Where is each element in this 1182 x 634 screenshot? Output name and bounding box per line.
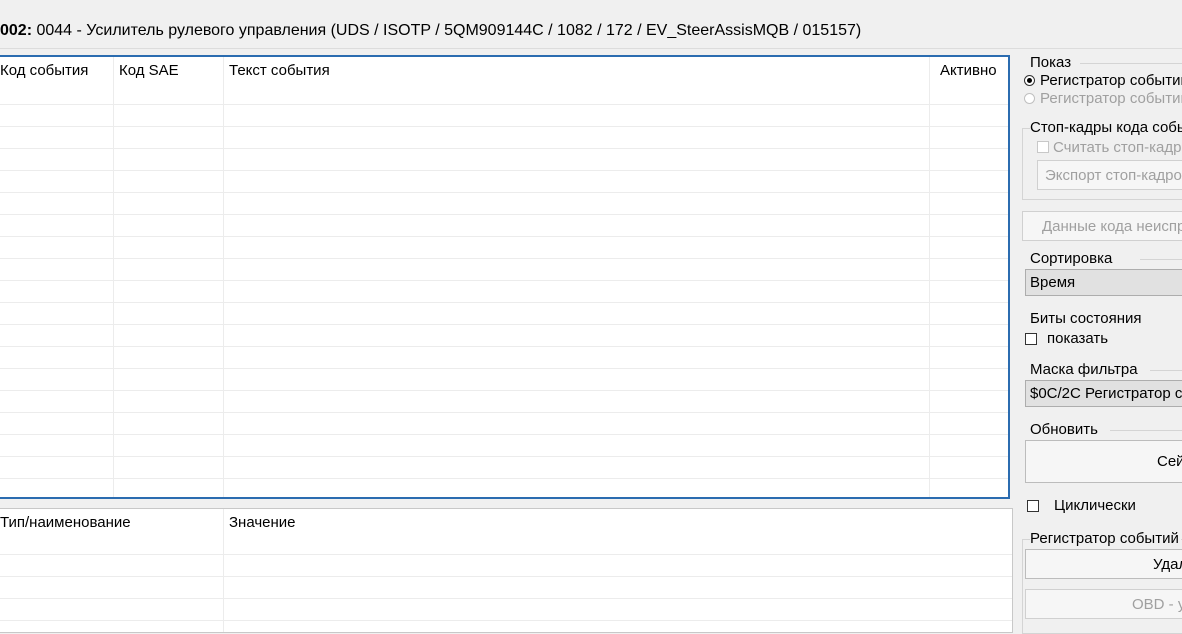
show-status-bits-label[interactable]: показать <box>1047 330 1108 347</box>
table-row[interactable] <box>0 576 1012 577</box>
cyclic-checkbox[interactable] <box>1027 500 1039 512</box>
column-header-sae-code[interactable]: Код SAE <box>119 62 179 79</box>
refresh-now-button[interactable]: Сейчас <box>1025 440 1182 483</box>
radio-event-memory[interactable] <box>1024 75 1035 86</box>
filter-mask-group-label: Маска фильтра <box>1030 361 1138 378</box>
table-row[interactable] <box>0 412 1008 413</box>
event-table[interactable]: Код события Код SAE Текст события Активн… <box>0 55 1010 499</box>
table-row[interactable] <box>0 368 1008 369</box>
radio-event-memory-2[interactable] <box>1024 93 1035 104</box>
column-divider <box>113 57 114 497</box>
group-separator <box>1140 259 1182 260</box>
column-header-active[interactable]: Активно <box>940 62 997 79</box>
event-memory-group-label: Регистратор событий <box>1030 530 1181 547</box>
table-row[interactable] <box>0 280 1008 281</box>
group-separator <box>1110 430 1182 431</box>
radio-event-memory-label[interactable]: Регистратор событий <box>1040 72 1182 89</box>
table-row[interactable] <box>0 170 1008 171</box>
table-row[interactable] <box>0 126 1008 127</box>
table-row[interactable] <box>0 346 1008 347</box>
right-control-panel: Показ Регистратор событий Регистратор со… <box>1018 48 1182 634</box>
freeze-frame-table[interactable]: Тип/наименование Значение <box>0 508 1013 633</box>
column-header-event-code[interactable]: Код события <box>0 62 88 79</box>
column-divider <box>223 509 224 632</box>
group-separator <box>1080 63 1182 64</box>
table-row[interactable] <box>0 104 1008 105</box>
table-row[interactable] <box>0 434 1008 435</box>
table-row[interactable] <box>0 554 1012 555</box>
table-row[interactable] <box>0 456 1008 457</box>
column-divider <box>223 57 224 497</box>
freeze-frames-group-label: Стоп-кадры кода событий <box>1030 119 1182 136</box>
group-separator <box>1150 370 1182 371</box>
refresh-group-label: Обновить <box>1030 421 1098 438</box>
status-bits-group-label: Биты состояния <box>1030 310 1142 327</box>
show-status-bits-checkbox[interactable] <box>1025 333 1037 345</box>
table-row[interactable] <box>0 598 1012 599</box>
column-header-type-name[interactable]: Тип/наименование <box>0 514 131 531</box>
show-group-label: Показ <box>1030 54 1072 71</box>
fault-code-data-button[interactable]: Данные кода неисправности <box>1022 211 1182 241</box>
table-row[interactable] <box>0 478 1008 479</box>
sort-dropdown[interactable]: Время <box>1025 269 1182 296</box>
obd-delete-button[interactable]: OBD - удалить <box>1025 589 1182 619</box>
module-title: 002: 0044 - Усилитель рулевого управлени… <box>0 22 861 40</box>
filter-mask-dropdown[interactable]: $0C/2C Регистратор событий <box>1025 380 1182 407</box>
column-header-event-text[interactable]: Текст события <box>229 62 330 79</box>
table-row[interactable] <box>0 148 1008 149</box>
delete-events-button[interactable]: Удалить <box>1025 549 1182 579</box>
table-row[interactable] <box>0 390 1008 391</box>
table-row[interactable] <box>0 192 1008 193</box>
radio-event-memory-2-label[interactable]: Регистратор событий <box>1040 90 1182 107</box>
table-row[interactable] <box>0 214 1008 215</box>
table-row[interactable] <box>0 620 1012 621</box>
module-description: 0044 - Усилитель рулевого управления (UD… <box>36 22 862 39</box>
read-freeze-frames-checkbox[interactable] <box>1037 141 1049 153</box>
sort-group-label: Сортировка <box>1030 250 1113 267</box>
table-row[interactable] <box>0 324 1008 325</box>
module-address: 002: <box>0 22 33 39</box>
table-row[interactable] <box>0 236 1008 237</box>
module-title-bar: 002: 0044 - Усилитель рулевого управлени… <box>0 14 1182 49</box>
window-top-strip <box>0 0 1182 15</box>
export-freeze-frames-button[interactable]: Экспорт стоп-кадров <box>1037 160 1182 190</box>
cyclic-label[interactable]: Циклически <box>1054 497 1136 514</box>
table-row[interactable] <box>0 258 1008 259</box>
read-freeze-frames-label[interactable]: Считать стоп-кадры <box>1053 139 1182 156</box>
column-header-value[interactable]: Значение <box>229 514 296 531</box>
table-row[interactable] <box>0 302 1008 303</box>
column-divider <box>929 57 930 497</box>
